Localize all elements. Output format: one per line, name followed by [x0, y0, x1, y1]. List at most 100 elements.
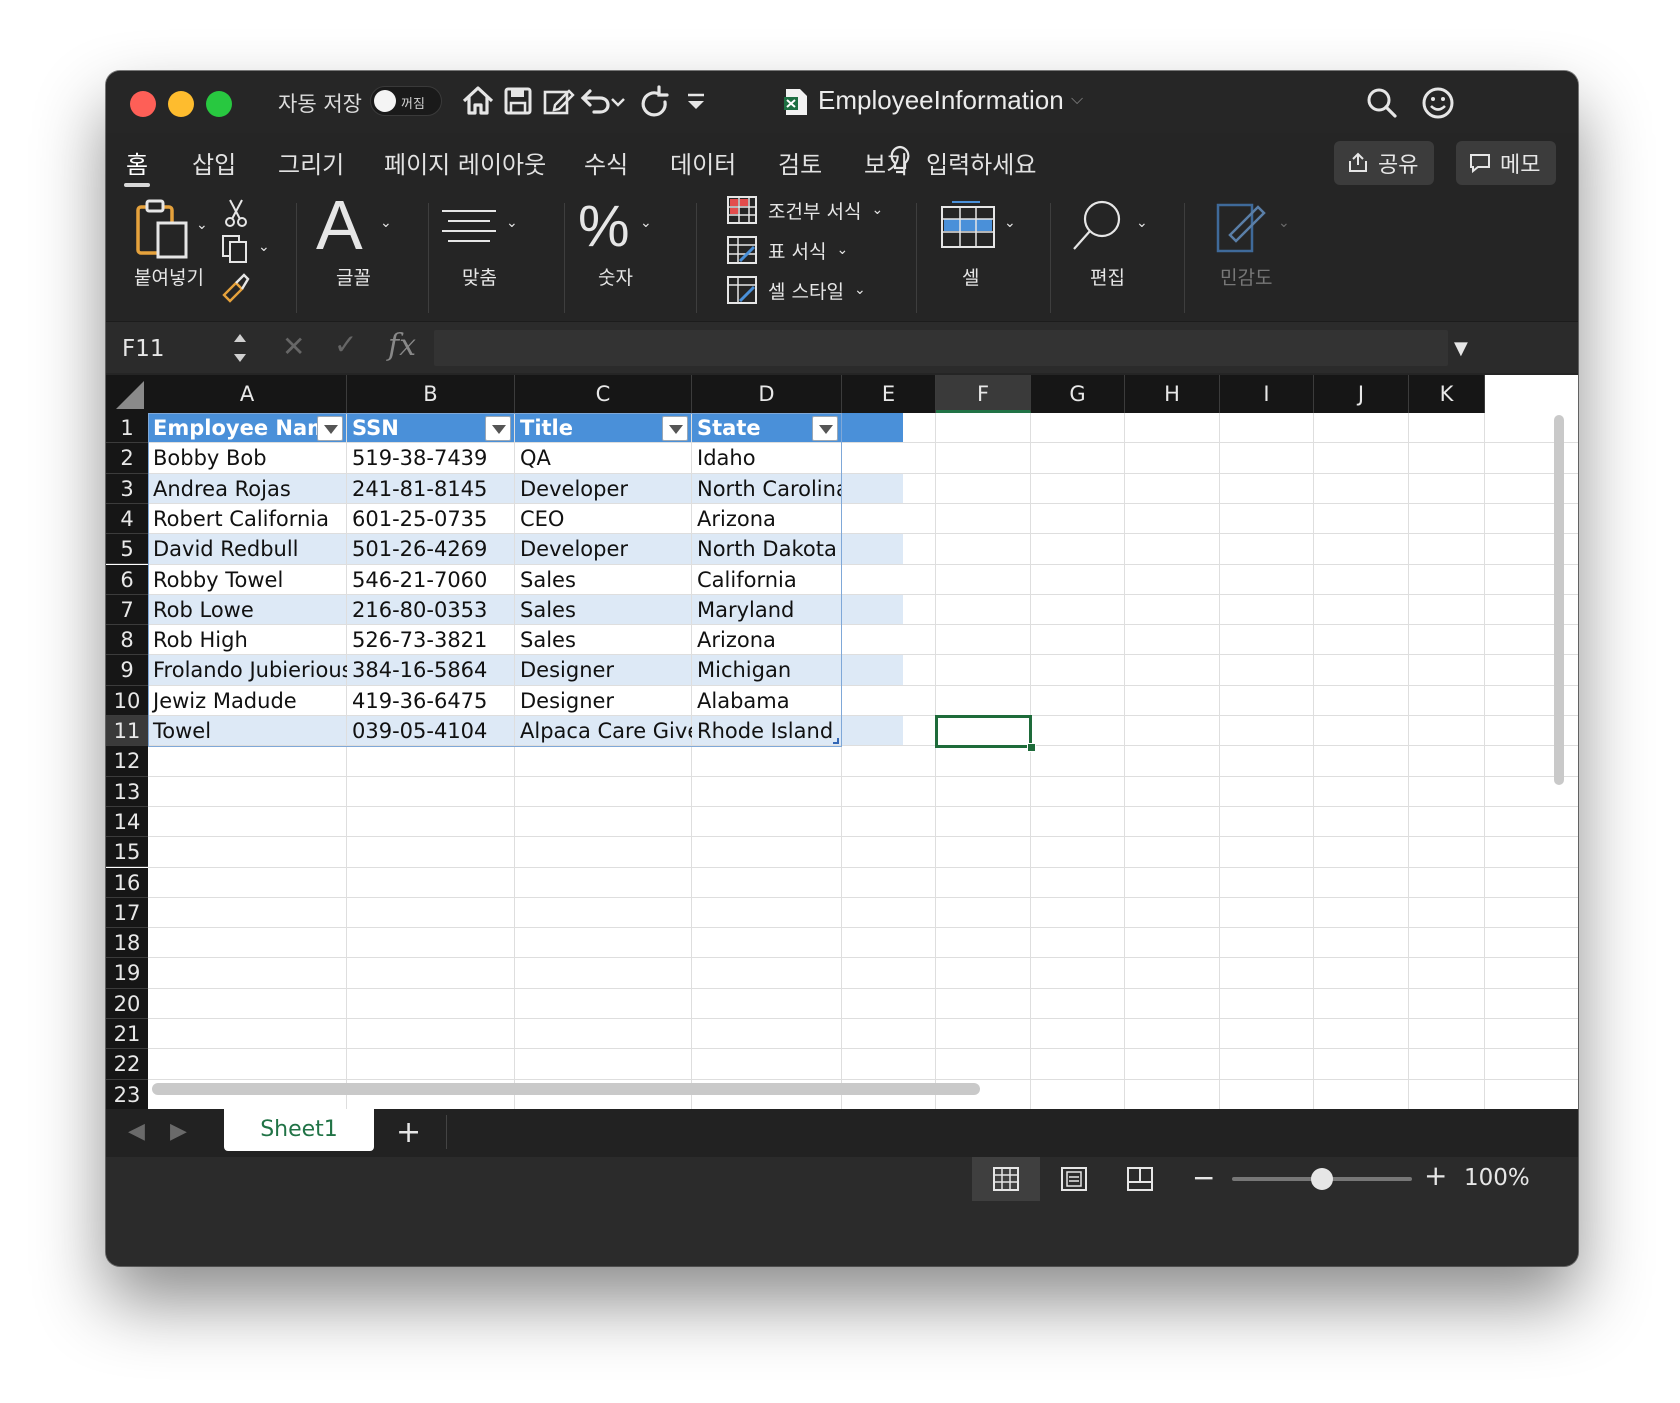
- document-title[interactable]: EmployeeInformation: [818, 85, 1064, 116]
- editing-group[interactable]: ⌄ 편집: [1056, 189, 1180, 321]
- close-window-button[interactable]: [130, 91, 156, 117]
- filter-dropdown-button[interactable]: [485, 416, 511, 441]
- page-break-view-button[interactable]: [1106, 1157, 1174, 1201]
- select-all-corner[interactable]: [106, 375, 148, 413]
- redo-icon[interactable]: [634, 81, 674, 121]
- table-cell[interactable]: Developer: [515, 534, 692, 564]
- column-header[interactable]: F: [936, 375, 1031, 413]
- conditional-formatting-button[interactable]: 조건부 서식 ⌄: [726, 193, 883, 227]
- table-cell[interactable]: CEO: [515, 504, 692, 534]
- zoom-slider-knob[interactable]: [1311, 1168, 1333, 1190]
- table-cell[interactable]: Towel: [148, 716, 347, 746]
- table-cell[interactable]: California: [692, 565, 842, 595]
- smiley-feedback-icon[interactable]: [1418, 83, 1458, 123]
- tab-draw[interactable]: 그리기: [278, 145, 344, 180]
- save-icon[interactable]: [498, 81, 538, 121]
- title-chevron-icon[interactable]: ⌵: [1071, 89, 1083, 109]
- row-header[interactable]: 2: [106, 443, 148, 474]
- table-cell[interactable]: Designer: [515, 655, 692, 685]
- name-box-stepper-icon[interactable]: [232, 328, 248, 368]
- row-header[interactable]: 23: [106, 1079, 148, 1109]
- share-button[interactable]: 공유: [1334, 141, 1434, 185]
- row-header[interactable]: 16: [106, 867, 148, 898]
- row-header[interactable]: 1: [106, 413, 148, 444]
- formula-input[interactable]: [434, 330, 1448, 366]
- minimize-window-button[interactable]: [168, 91, 194, 117]
- expand-formula-bar-icon[interactable]: ▼: [1454, 338, 1468, 359]
- tab-insert[interactable]: 삽입: [192, 145, 236, 180]
- table-cell[interactable]: Rob Lowe: [148, 595, 347, 625]
- table-cell[interactable]: Sales: [515, 625, 692, 655]
- horizontal-scrollbar[interactable]: [152, 1083, 980, 1095]
- alignment-group[interactable]: ⌄ 맞춤: [434, 189, 558, 321]
- column-header[interactable]: G: [1031, 375, 1125, 413]
- cancel-entry-icon[interactable]: ✕: [282, 330, 305, 363]
- table-cell[interactable]: QA: [515, 443, 692, 473]
- row-header[interactable]: 12: [106, 746, 148, 777]
- next-sheet-icon[interactable]: ▶: [170, 1119, 187, 1144]
- comments-button[interactable]: 메모: [1456, 141, 1556, 185]
- column-header[interactable]: B: [347, 375, 515, 413]
- table-cell[interactable]: 526-73-3821: [347, 625, 515, 655]
- table-cell[interactable]: Sales: [515, 565, 692, 595]
- row-header[interactable]: 11: [106, 716, 148, 747]
- table-header-cell[interactable]: SSN: [347, 413, 399, 443]
- table-header-cell[interactable]: Employee Name: [148, 413, 343, 443]
- table-cell[interactable]: 039-05-4104: [347, 716, 515, 746]
- table-cell[interactable]: 601-25-0735: [347, 504, 515, 534]
- table-cell[interactable]: Frolando Jubierious: [148, 655, 347, 685]
- column-header[interactable]: E: [842, 375, 936, 413]
- table-cell[interactable]: 546-21-7060: [347, 565, 515, 595]
- format-painter-icon[interactable]: [220, 271, 250, 303]
- table-cell[interactable]: Andrea Rojas: [148, 474, 347, 504]
- row-header[interactable]: 14: [106, 806, 148, 838]
- table-cell[interactable]: Designer: [515, 686, 692, 716]
- table-cell[interactable]: Jewiz Madude: [148, 686, 347, 716]
- tab-formulas[interactable]: 수식: [584, 145, 628, 180]
- previous-sheet-icon[interactable]: ◀: [128, 1119, 145, 1144]
- filter-dropdown-button[interactable]: [662, 416, 688, 441]
- row-header[interactable]: 9: [106, 655, 148, 686]
- table-cell[interactable]: 216-80-0353: [347, 595, 515, 625]
- table-cell[interactable]: 241-81-8145: [347, 474, 515, 504]
- copy-icon[interactable]: [220, 233, 250, 265]
- table-cell[interactable]: David Redbull: [148, 534, 347, 564]
- table-cell[interactable]: Arizona: [692, 625, 842, 655]
- table-cell[interactable]: Michigan: [692, 655, 842, 685]
- table-cell[interactable]: Sales: [515, 595, 692, 625]
- table-cell[interactable]: Rhode Island: [692, 716, 842, 746]
- table-cell[interactable]: Bobby Bob: [148, 443, 347, 473]
- home-icon[interactable]: [458, 81, 498, 121]
- table-cell[interactable]: North Carolina: [692, 474, 842, 504]
- row-header[interactable]: 13: [106, 776, 148, 807]
- page-layout-view-button[interactable]: [1040, 1157, 1108, 1201]
- table-cell[interactable]: 501-26-4269: [347, 534, 515, 564]
- row-header[interactable]: 10: [106, 685, 148, 716]
- tab-home[interactable]: 홈: [126, 145, 148, 180]
- tab-review[interactable]: 검토: [778, 145, 822, 180]
- undo-dropdown-chevron-icon[interactable]: [606, 81, 630, 121]
- table-header-cell[interactable]: Title: [515, 413, 573, 443]
- font-group[interactable]: A ⌄ 글꼴: [302, 186, 422, 321]
- enter-entry-icon[interactable]: ✓: [334, 328, 357, 361]
- row-header[interactable]: 8: [106, 625, 148, 656]
- sheet-tab-sheet1[interactable]: Sheet1: [224, 1109, 374, 1151]
- column-header[interactable]: A: [148, 375, 347, 413]
- table-cell[interactable]: Maryland: [692, 595, 842, 625]
- paste-icon[interactable]: [134, 197, 194, 261]
- row-header[interactable]: 15: [106, 837, 148, 868]
- column-header[interactable]: C: [515, 375, 692, 413]
- insert-function-icon[interactable]: fx: [388, 328, 416, 363]
- filter-dropdown-button[interactable]: [812, 416, 838, 441]
- column-header[interactable]: K: [1409, 375, 1485, 413]
- row-header[interactable]: 4: [106, 503, 148, 535]
- tab-data[interactable]: 데이터: [670, 145, 736, 180]
- row-header[interactable]: 18: [106, 928, 148, 959]
- row-header[interactable]: 7: [106, 594, 148, 626]
- cut-scissors-icon[interactable]: [222, 197, 250, 229]
- table-cell[interactable]: Idaho: [692, 443, 842, 473]
- row-header[interactable]: 6: [106, 564, 148, 595]
- format-as-table-button[interactable]: 표 서식 ⌄: [726, 233, 848, 267]
- column-header[interactable]: H: [1125, 375, 1220, 413]
- column-header[interactable]: I: [1220, 375, 1314, 413]
